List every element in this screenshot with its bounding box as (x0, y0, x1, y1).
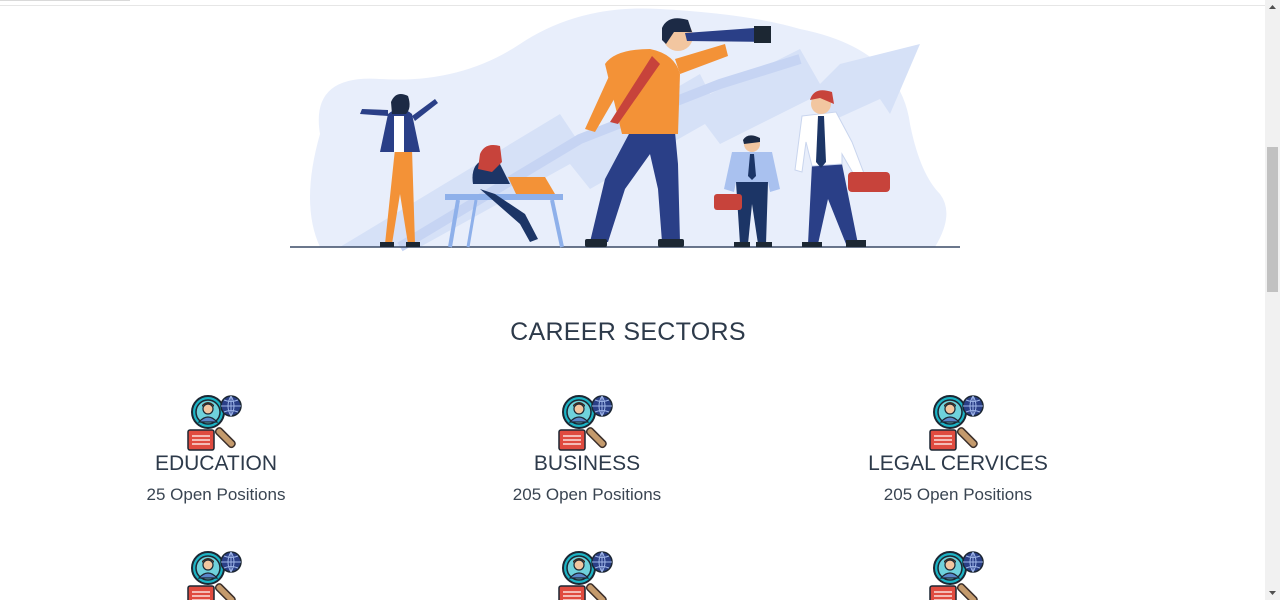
sector-card-education[interactable]: EDUCATION 25 Open Positions (66, 392, 366, 505)
job-search-icon (186, 548, 246, 600)
job-search-icon (928, 548, 988, 600)
sector-name: BUSINESS (533, 452, 641, 475)
job-search-icon (186, 392, 246, 452)
top-tab-indicator (0, 0, 130, 1)
vertical-scrollbar[interactable] (1265, 0, 1280, 600)
sector-card[interactable] (808, 548, 1108, 600)
sector-open-positions: 25 Open Positions (146, 485, 286, 504)
page-viewport: CAREER SECTORS EDUCATION 25 Open Positio… (0, 0, 1280, 600)
sector-open-positions: 205 Open Positions (883, 485, 1033, 504)
job-search-icon (928, 392, 988, 452)
sector-card-business[interactable]: BUSINESS 205 Open Positions (437, 392, 737, 505)
job-search-icon (557, 392, 617, 452)
scroll-up-arrow-icon[interactable] (1265, 0, 1280, 15)
sector-name: LEGAL CERVICES (868, 452, 1048, 475)
scroll-down-arrow-icon[interactable] (1265, 585, 1280, 600)
sector-card[interactable] (66, 548, 366, 600)
job-search-icon (557, 548, 617, 600)
sector-open-positions: 205 Open Positions (512, 485, 662, 504)
section-title: CAREER SECTORS (510, 318, 746, 346)
scrollbar-thumb[interactable] (1267, 147, 1278, 292)
sector-card[interactable] (437, 548, 737, 600)
hero-illustration (290, 8, 960, 252)
sector-name: EDUCATION (154, 452, 278, 475)
sector-card-legal-services[interactable]: LEGAL CERVICES 205 Open Positions (808, 392, 1108, 505)
